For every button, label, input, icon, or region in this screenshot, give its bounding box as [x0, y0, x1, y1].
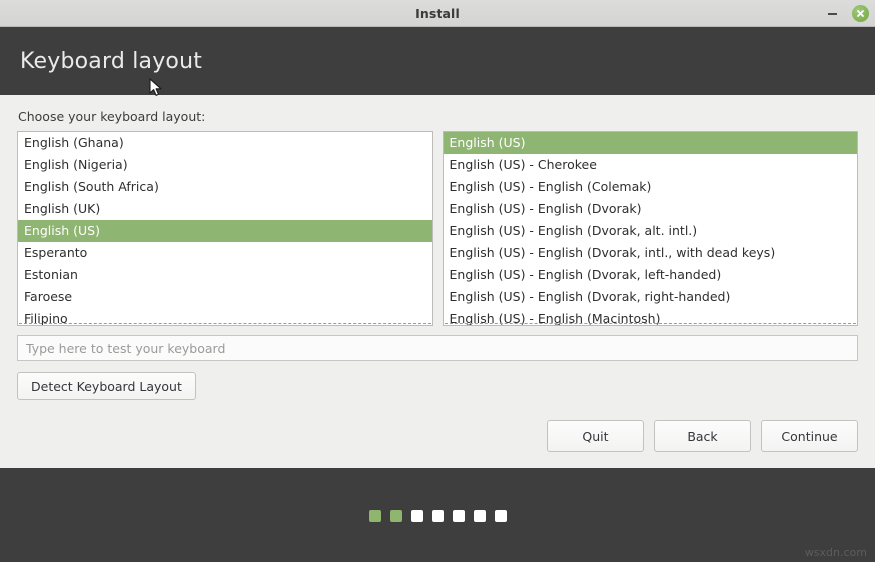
keyboard-variant-list[interactable]: English (US) English (US) - Cherokee Engli…	[442, 131, 858, 326]
quit-button[interactable]: Quit	[547, 420, 644, 452]
installer-footer: wsxdn.com	[0, 468, 875, 562]
layout-list-item[interactable]: English (Ghana)	[18, 132, 432, 154]
step-dot[interactable]	[494, 509, 507, 522]
variant-list-item[interactable]: English (US) - English (Dvorak, right-ha…	[444, 286, 858, 308]
variant-list-item[interactable]: English (US) - Cherokee	[444, 154, 858, 176]
continue-button[interactable]: Continue	[761, 420, 858, 452]
minimize-icon[interactable]	[824, 6, 840, 22]
variant-list-item[interactable]: English (US) - English (Macintosh)	[444, 308, 858, 325]
back-button[interactable]: Back	[654, 420, 751, 452]
page-title: Keyboard layout	[20, 48, 203, 74]
layout-lists-row: English (Ghana) English (Nigeria) English …	[17, 131, 858, 326]
navigation-buttons: Quit Back Continue	[547, 420, 858, 452]
choose-layout-label: Choose your keyboard layout:	[18, 109, 206, 124]
variant-list-item[interactable]: English (US) - English (Colemak)	[444, 176, 858, 198]
step-dot[interactable]	[431, 509, 444, 522]
layout-list-item[interactable]: English (Nigeria)	[18, 154, 432, 176]
layout-list-item[interactable]: Estonian	[18, 264, 432, 286]
layout-list-item[interactable]: Esperanto	[18, 242, 432, 264]
window-titlebar: Install	[0, 0, 875, 27]
watermark: wsxdn.com	[804, 546, 867, 559]
detect-keyboard-layout-button[interactable]: Detect Keyboard Layout	[17, 372, 196, 400]
window-title: Install	[415, 5, 460, 21]
variant-list-item[interactable]: English (US)	[443, 132, 857, 154]
step-dot[interactable]	[473, 509, 486, 522]
layout-list-item[interactable]: Faroese	[18, 286, 432, 308]
layout-list-item[interactable]: English (South Africa)	[18, 176, 432, 198]
step-indicator	[368, 509, 507, 522]
variant-list-item[interactable]: English (US) - English (Dvorak)	[444, 198, 858, 220]
layout-list-item[interactable]: English (UK)	[18, 198, 432, 220]
step-dot[interactable]	[452, 509, 465, 522]
page-header: Keyboard layout	[0, 27, 875, 95]
variant-list-item[interactable]: English (US) - English (Dvorak, intl., w…	[444, 242, 858, 264]
layout-list-item[interactable]: English (US)	[18, 220, 432, 242]
variant-list-item[interactable]: English (US) - English (Dvorak, alt. int…	[444, 220, 858, 242]
step-dot[interactable]	[368, 509, 381, 522]
window-controls	[824, 0, 869, 27]
main-content: Choose your keyboard layout: English (Gh…	[0, 95, 875, 468]
step-dot[interactable]	[410, 509, 423, 522]
keyboard-test-input[interactable]	[17, 335, 858, 361]
variant-list-item[interactable]: English (US) - English (Dvorak, left-han…	[444, 264, 858, 286]
layout-list-item[interactable]: Filipino	[18, 308, 432, 325]
keyboard-layout-list[interactable]: English (Ghana) English (Nigeria) English …	[17, 131, 433, 326]
step-dot[interactable]	[389, 509, 402, 522]
close-icon[interactable]	[852, 5, 869, 22]
